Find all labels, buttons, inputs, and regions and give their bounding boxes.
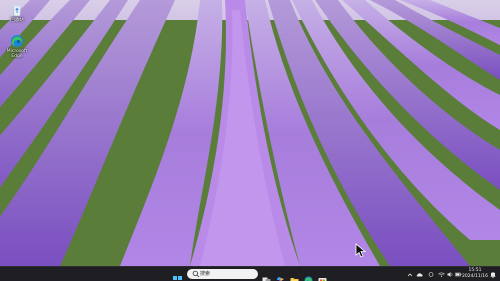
- taskbar-search-box[interactable]: 搜索: [187, 269, 258, 279]
- notification-center-button[interactable]: [489, 269, 497, 280]
- volume-button[interactable]: [447, 269, 453, 280]
- desktop-icon-label: Microsoft Edge: [6, 49, 28, 59]
- wifi-icon: [438, 272, 445, 277]
- desktop-icon-recycle-bin[interactable]: 回收站: [3, 3, 31, 23]
- notification-icon: [490, 272, 496, 279]
- edge-taskbar-button[interactable]: [304, 270, 313, 281]
- desktop-icon-edge[interactable]: Microsoft Edge: [3, 34, 31, 59]
- taskbar-clock[interactable]: 15:51 2024/11/16: [462, 268, 488, 280]
- search-placeholder: 搜索: [200, 270, 211, 277]
- clock-date: 2024/11/16: [462, 274, 488, 279]
- language-icon: [428, 272, 434, 277]
- language-button[interactable]: [428, 269, 434, 280]
- task-view-icon: [262, 277, 271, 281]
- edge-icon: [304, 276, 313, 281]
- start-button[interactable]: [173, 270, 182, 280]
- store-button[interactable]: [318, 270, 327, 281]
- file-explorer-icon: [290, 278, 299, 281]
- volume-icon: [447, 272, 453, 277]
- mouse-cursor-icon: [355, 243, 367, 263]
- file-explorer-button[interactable]: [290, 270, 299, 281]
- windows-logo-icon: [173, 276, 182, 280]
- search-icon: [192, 270, 200, 278]
- cloud-icon: [416, 273, 423, 277]
- battery-icon: [455, 272, 462, 277]
- desktop-icon-label: 回收站: [10, 18, 24, 23]
- show-hidden-icons-button[interactable]: [407, 269, 413, 280]
- battery-button[interactable]: [455, 269, 462, 280]
- network-button[interactable]: [438, 269, 445, 280]
- copilot-button[interactable]: [276, 270, 285, 281]
- taskbar: 搜索 15:51 2024/11/16: [0, 266, 500, 281]
- task-view-button[interactable]: [262, 270, 271, 281]
- onedrive-button[interactable]: [416, 269, 424, 280]
- edge-icon: [10, 34, 24, 48]
- desktop[interactable]: 回收站 Microsoft Edge 搜索 15:51 2024/11/16: [0, 0, 500, 281]
- wallpaper: [0, 0, 500, 266]
- chevron-up-icon: [407, 273, 413, 277]
- recycle-bin-icon: [10, 3, 24, 17]
- store-icon: [318, 278, 327, 281]
- copilot-icon: [277, 277, 284, 281]
